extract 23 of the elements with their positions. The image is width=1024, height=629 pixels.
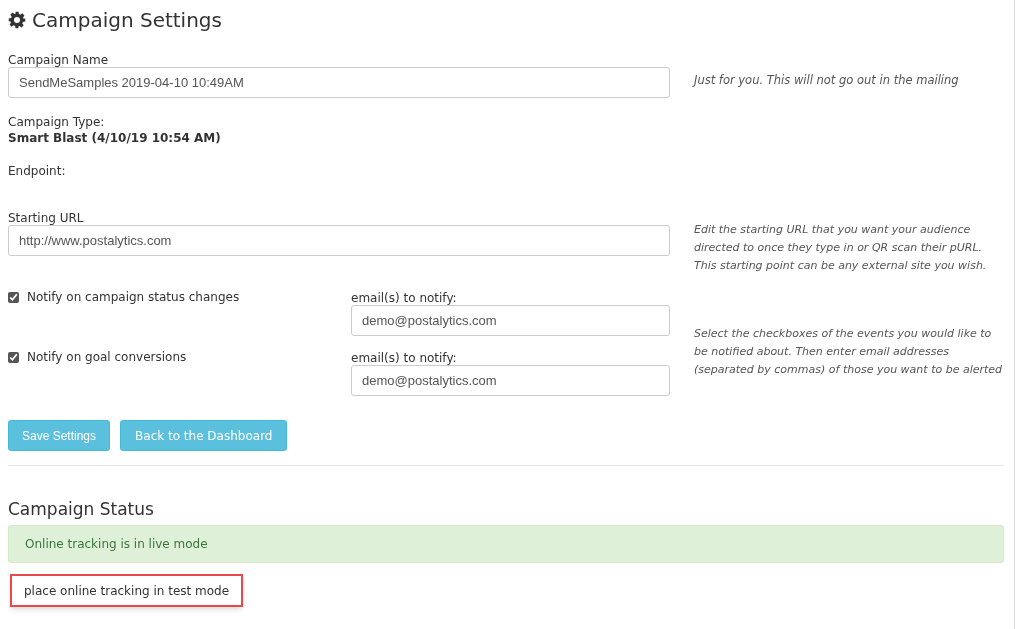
help-text: Just for you. This will not go out in the mailing [694, 72, 960, 89]
help-text: Select the checkboxes of the events you would like to be notified about. Then enter email addresses (separated by commas) of those you want to be alerted [694, 326, 1004, 378]
status-alert: Online tracking is in live mode [8, 525, 1004, 563]
checkbox-label: Notify on campaign status changes [27, 289, 240, 306]
field-label: Starting URL [8, 210, 85, 225]
section-heading: Campaign Status [8, 498, 155, 521]
field-label: Campaign Name [8, 52, 110, 67]
campaign-type-value: Smart Blast (4/10/19 10:54 AM) [8, 130, 222, 145]
email-field[interactable]: demo@postalytics.com [351, 305, 670, 336]
test-mode-button[interactable]: place online tracking in test mode [10, 574, 244, 607]
email-field[interactable]: demo@postalytics.com [351, 365, 670, 396]
help-text: Edit the starting URL that you want your audience directed to once they type in or QR scan their pURL. This starting point can be any external site you wish. [694, 222, 988, 274]
field-label: Endpoint: [8, 163, 67, 178]
settings-icon [8, 11, 26, 29]
page-title: Campaign Settings [32, 7, 222, 34]
campaign-name-field[interactable]: SendMeSamples 2019-04-10 10:49AM [8, 67, 670, 98]
field-label: Campaign Type: [8, 114, 106, 129]
field-label: email(s) to notify: [351, 350, 458, 365]
field-label: email(s) to notify: [351, 290, 458, 305]
checkbox-label: Notify on goal conversions [27, 349, 187, 366]
checkbox[interactable] [8, 351, 19, 363]
checkbox[interactable] [8, 291, 19, 303]
starting-url-field[interactable]: http://www.postalytics.com [8, 225, 670, 256]
